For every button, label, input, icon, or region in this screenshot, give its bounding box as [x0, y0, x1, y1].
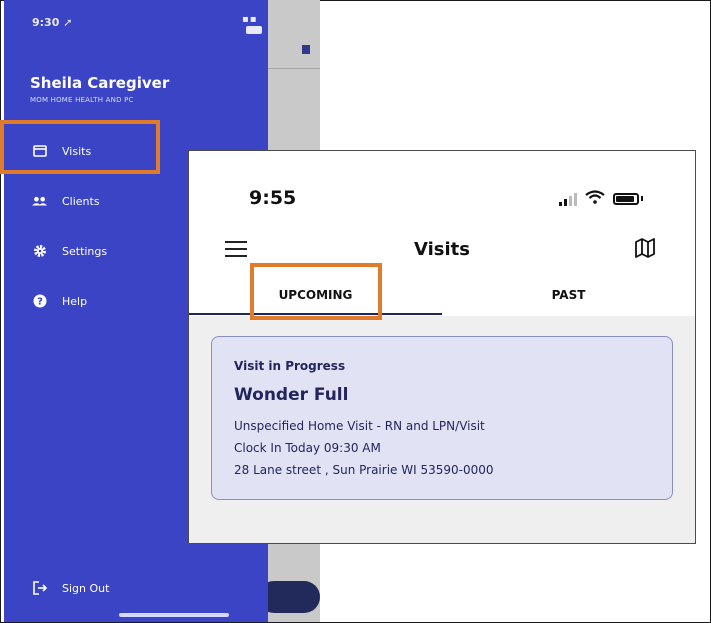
signal-icon: ▪▪: [242, 14, 258, 25]
visit-address: 28 Lane street , Sun Prairie WI 53590-00…: [234, 463, 494, 477]
visits-highlight-box: [0, 120, 160, 174]
menu-item-label: Help: [62, 294, 88, 308]
people-icon: [32, 193, 48, 209]
battery-icon: [246, 26, 262, 34]
sign-out-button[interactable]: Sign Out: [4, 571, 268, 605]
status-time: 9:55: [249, 187, 297, 209]
service-type: Unspecified Home Visit - RN and LPN/Visi…: [234, 419, 485, 433]
organization-name: MOM HOME HEALTH AND PC: [30, 96, 134, 104]
visits-screen: 9:55 Visits UPCOMING PAST Visit in Progr…: [188, 150, 696, 544]
help-icon: ?: [32, 293, 48, 309]
wifi-icon: [585, 189, 605, 208]
user-name: Sheila Caregiver: [30, 74, 170, 92]
divider: [268, 68, 320, 69]
tab-past[interactable]: PAST: [442, 281, 695, 313]
status-time: 9:30 ➚: [32, 16, 73, 29]
battery-tip: [641, 196, 643, 201]
menu-item-label: Settings: [62, 244, 108, 258]
svg-text:?: ?: [37, 297, 43, 308]
status-icons: ▪▪: [242, 14, 268, 36]
clock-in-time: Clock In Today 09:30 AM: [234, 441, 381, 455]
home-indicator: [119, 613, 229, 617]
map-icon: [302, 45, 310, 54]
sign-out-icon: [32, 580, 48, 596]
visit-status: Visit in Progress: [234, 359, 346, 373]
menu-item-label: Clients: [62, 194, 100, 208]
client-name: Wonder Full: [234, 385, 349, 405]
battery-icon: [613, 192, 639, 205]
status-icons: [559, 189, 643, 208]
page-title: Visits: [414, 239, 470, 260]
signal-icon: [559, 192, 577, 206]
gear-icon: [32, 243, 48, 259]
upcoming-highlight-box: [250, 263, 382, 320]
sign-out-label: Sign Out: [62, 581, 110, 595]
map-icon[interactable]: [634, 237, 656, 259]
visit-card[interactable]: Visit in Progress Wonder Full Unspecifie…: [211, 336, 673, 500]
